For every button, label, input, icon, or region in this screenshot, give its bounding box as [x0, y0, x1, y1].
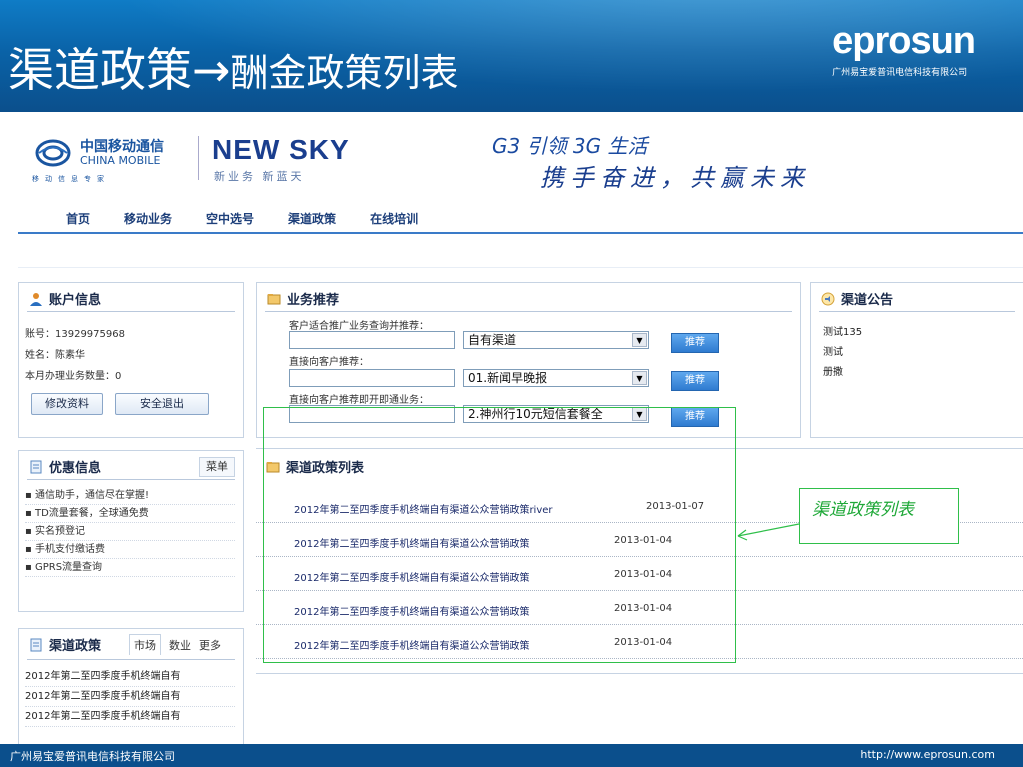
nav-item-mobile-business[interactable]: 移动业务 — [124, 210, 172, 227]
notice-item[interactable]: 测试135 — [823, 323, 1023, 343]
promo-item-text: 手机支付缴话费 — [34, 544, 105, 555]
account-number: 账号：13929975968 — [25, 329, 125, 340]
divider — [819, 311, 1015, 312]
sub-nav-bar — [18, 238, 1023, 268]
promo-item[interactable]: ▪ 通信助手，通信尽在掌握! — [25, 487, 235, 505]
brand-logo-block: eprosun 广州易宝爱普讯电信科技有限公司 — [832, 20, 976, 78]
channel-policy-item[interactable]: 2012年第二至四季度手机终端自有 — [25, 687, 235, 707]
channel-policy-panel-title: 渠道政策 — [29, 635, 101, 654]
folder-icon — [267, 294, 281, 305]
nav-item-channel-policy[interactable]: 渠道政策 — [288, 210, 336, 227]
promo-item[interactable]: ▪ GPRS流量查询 — [25, 559, 235, 577]
recommend-row2-input[interactable] — [289, 369, 455, 387]
monthly-count: 本月办理业务数量：0 — [25, 371, 122, 382]
notice-title-text: 渠道公告 — [841, 293, 894, 308]
dropdown-arrow-icon[interactable]: ▼ — [632, 333, 647, 347]
recommend-row1-select[interactable]: 自有渠道 ▼ — [463, 331, 649, 349]
logo-divider — [198, 136, 199, 180]
promo-menu-tab[interactable]: 菜单 — [199, 457, 235, 477]
recommend-row3-label: 直接向客户推荐即开即通业务： — [289, 395, 429, 406]
divider — [27, 659, 235, 660]
callout-box: 渠道政策列表 — [799, 488, 959, 544]
footer-company: 广州易宝爱普讯电信科技有限公司 — [10, 750, 175, 763]
channel-policy-item[interactable]: 2012年第二至四季度手机终端自有 — [25, 667, 235, 687]
nav-item-home[interactable]: 首页 — [66, 210, 90, 227]
recommend-panel-title: 业务推荐 — [267, 289, 339, 308]
slide-title-main: 渠道政策→ — [8, 43, 231, 97]
slide-title: 渠道政策→酬金政策列表 — [8, 34, 459, 100]
recommend-row2-select-value: 01.新闻早晚报 — [468, 371, 548, 385]
promo-item-text: TD流量套餐，全球通免费 — [34, 508, 149, 519]
notice-panel-title: 渠道公告 — [821, 289, 893, 308]
promo-title-text: 优惠信息 — [49, 461, 102, 476]
slide-header: 渠道政策→酬金政策列表 eprosun 广州易宝爱普讯电信科技有限公司 — [0, 0, 1023, 112]
main-nav: 首页 移动业务 空中选号 渠道政策 在线培训 — [18, 200, 1023, 234]
promo-item[interactable]: ▪ 实名预登记 — [25, 523, 235, 541]
channel-policy-title-text: 渠道政策 — [49, 639, 102, 654]
recommend-button-1[interactable]: 推荐 — [671, 333, 719, 353]
promo-item[interactable]: ▪ 手机支付缴话费 — [25, 541, 235, 559]
tab-data-business[interactable]: 数业 — [169, 637, 191, 655]
slogan-line-2: 携手奋进，共赢未来 — [540, 164, 810, 192]
tab-more[interactable]: 更多 — [199, 637, 221, 655]
promo-item-text: 实名预登记 — [34, 526, 85, 537]
slide-title-sub: 酬金政策列表 — [230, 51, 459, 95]
recommend-row2-label: 直接向客户推荐： — [289, 357, 369, 368]
recommend-title-text: 业务推荐 — [287, 293, 340, 308]
highlight-box — [263, 407, 736, 663]
notice-panel: 渠道公告 测试135 测试 册撒 — [810, 282, 1023, 438]
promo-item[interactable]: ▪ TD流量套餐，全球通免费 — [25, 505, 235, 523]
recommend-row2-select[interactable]: 01.新闻早晚报 ▼ — [463, 369, 649, 387]
eprosun-logo: eprosun — [832, 20, 976, 62]
recommend-row1-select-value: 自有渠道 — [468, 333, 517, 347]
account-panel-title: 账户信息 — [29, 289, 101, 308]
dropdown-arrow-icon[interactable]: ▼ — [632, 371, 647, 385]
document-icon — [30, 638, 42, 652]
channel-policy-item[interactable]: 2012年第二至四季度手机终端自有 — [25, 707, 235, 727]
notice-item[interactable]: 测试 — [823, 343, 1023, 363]
account-panel: 账户信息 账号：13929975968 姓名：陈素华 本月办理业务数量：0 修改… — [18, 282, 244, 438]
footer-url[interactable]: http://www.eprosun.com — [860, 748, 995, 761]
promo-panel: 优惠信息 菜单 ▪ 通信助手，通信尽在掌握! ▪ TD流量套餐，全球通免费 ▪ … — [18, 450, 244, 612]
channel-policy-panel: 渠道政策 市场 数业 更多 2012年第二至四季度手机终端自有 2012年第二至… — [18, 628, 244, 744]
speaker-icon — [821, 292, 835, 306]
account-title-text: 账户信息 — [49, 293, 102, 308]
promo-panel-title: 优惠信息 — [29, 457, 101, 476]
new-sky-logo: NEW SKY — [212, 134, 350, 165]
promo-item-text: 通信助手，通信尽在掌握! — [34, 490, 149, 501]
nav-item-number-selection[interactable]: 空中选号 — [206, 210, 254, 227]
recommend-row1-label: 客户适合推广业务查询并推荐： — [289, 321, 429, 332]
channel-policy-tabs: 市场 数业 更多 — [129, 634, 229, 655]
divider — [27, 311, 235, 312]
account-name: 姓名：陈素华 — [25, 350, 85, 361]
recommend-row1-input[interactable] — [289, 331, 455, 349]
new-sky-subtitle: 新业务 新蓝天 — [214, 170, 305, 183]
china-mobile-name-en: CHINA MOBILE — [80, 154, 161, 167]
brand-company-name: 广州易宝爱普讯电信科技有限公司 — [832, 68, 968, 78]
nav-item-online-training[interactable]: 在线培训 — [370, 210, 418, 227]
slogan-line-1: G3 引领 3G 生活 — [492, 134, 648, 158]
edit-profile-button[interactable]: 修改资料 — [31, 393, 103, 415]
recommend-button-2[interactable]: 推荐 — [671, 371, 719, 391]
document-icon — [30, 460, 42, 474]
user-icon — [30, 293, 42, 306]
callout-arrow-icon — [737, 523, 800, 541]
divider — [27, 479, 235, 480]
divider — [265, 311, 792, 312]
notice-item[interactable]: 册撒 — [823, 363, 1023, 383]
china-mobile-logo[interactable]: 中国移动通信 CHINA MOBILE 移动信息专家 — [30, 134, 190, 184]
promo-item-text: GPRS流量查询 — [34, 562, 103, 573]
tab-market[interactable]: 市场 — [129, 634, 161, 655]
callout-text: 渠道政策列表 — [812, 500, 914, 520]
site-header: 中国移动通信 CHINA MOBILE 移动信息专家 NEW SKY 新业务 新… — [0, 112, 1023, 198]
slide-footer: 广州易宝爱普讯电信科技有限公司 http://www.eprosun.com — [0, 744, 1023, 767]
logout-button[interactable]: 安全退出 — [115, 393, 209, 415]
china-mobile-swirl-icon — [35, 139, 71, 167]
china-mobile-name-cn: 中国移动通信 — [80, 139, 164, 155]
china-mobile-tagline: 移动信息专家 — [32, 175, 110, 183]
